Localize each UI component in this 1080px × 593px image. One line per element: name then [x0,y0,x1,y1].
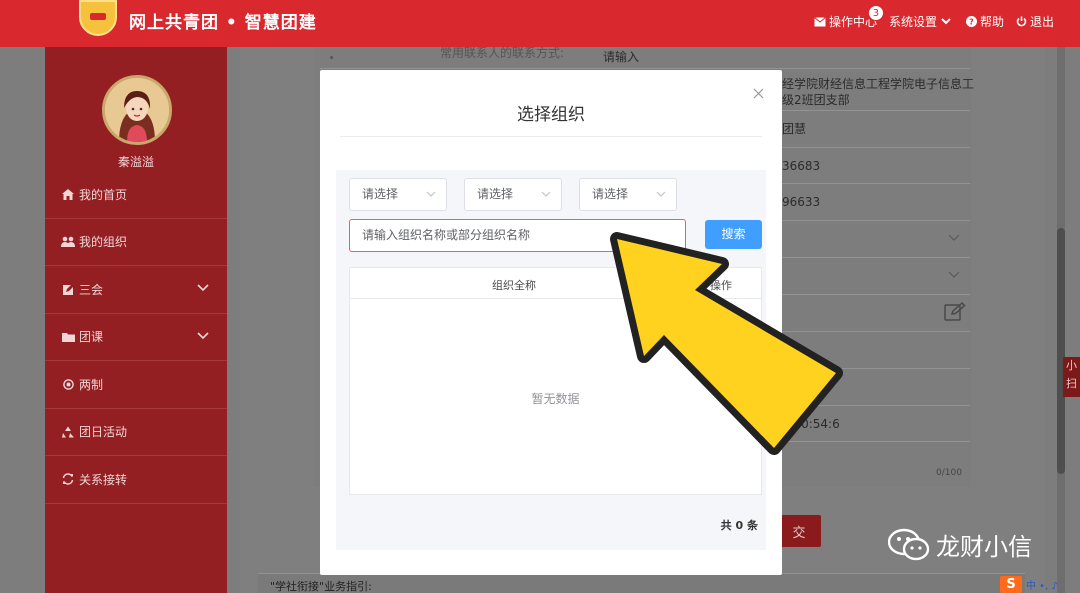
modal-divider [340,136,762,137]
phone-2: 96633 [782,195,821,209]
league-logo-icon [79,0,117,36]
sidebar: 秦溢溢 我的首页 我的组织 三会 团课 两制 团日活动 关系接转 [45,47,227,593]
sogou-icon: S [1000,576,1022,593]
org-name-text: 经学院财经信息工程学院电子信息工 [782,77,975,91]
user-name: 秦溢溢 [117,155,154,169]
wechat-watermark: 龙财小信 [888,527,1032,562]
operation-center-link[interactable]: 操作中心 3 [814,5,884,30]
guide-bar [258,573,1025,593]
ime-toolbar[interactable]: S 中 •, ♪ [1000,576,1080,593]
notification-badge: 3 [867,5,884,21]
wechat-icon [888,528,930,560]
question-circle-icon: ? [965,16,977,27]
user-avatar[interactable] [102,75,172,145]
help-label: 帮助 [979,15,1004,29]
phone-1: 36683 [782,159,821,173]
edit-icon [61,282,75,296]
chevron-down-icon [541,191,551,197]
sidebar-item-label: 关系接转 [79,472,128,487]
edit-icon[interactable] [944,302,966,322]
users-icon [61,235,75,249]
chevron-down-icon[interactable] [948,234,960,242]
modal-title: 选择组织 [517,105,585,125]
column-header-full-name: 组织全称 [492,279,536,292]
district-select[interactable]: 请选择 [579,178,677,211]
logout-label: 退出 [1029,15,1054,29]
sidebar-item-label: 团课 [79,330,104,345]
refresh-icon [61,472,75,486]
envelope-icon [814,16,826,26]
char-counter: 0/100 [936,468,962,478]
help-link[interactable]: ? 帮助 [965,13,1004,30]
page-scrollbar-thumb[interactable] [1057,228,1065,474]
recycle-icon [61,425,75,439]
watermark-text: 龙财小信 [936,533,1032,561]
sidebar-item-label: 三会 [79,282,104,297]
sidebar-item-label: 团日活动 [79,425,128,440]
sidebar-menu: 我的首页 我的组织 三会 团课 两制 团日活动 关系接转 [45,171,227,504]
logout-link[interactable]: 退出 [1016,13,1054,30]
chevron-down-icon [941,18,951,25]
close-icon[interactable] [753,88,764,99]
chevron-down-icon [197,284,209,292]
name-fragment: 团慧 [782,122,807,136]
select-value: 请选择 [477,187,514,201]
home-icon [61,187,75,201]
sidebar-item-league-day[interactable]: 团日活动 [45,409,227,456]
folder-icon [61,330,75,344]
system-settings-label: 系统设置 [888,15,937,29]
sidebar-item-label: 我的组织 [79,235,128,250]
svg-text:?: ? [969,18,974,27]
pointer-arrow-icon [610,232,843,455]
province-select[interactable]: 请选择 [349,178,447,211]
chevron-down-icon [426,191,436,197]
sidebar-item-label: 两制 [79,377,104,392]
select-value: 请选择 [592,187,629,201]
floating-side-tab[interactable]: 小扫 [1063,357,1080,397]
select-value: 请选择 [362,187,399,201]
org-name-text-2: 级2班团支部 [782,93,850,107]
city-select[interactable]: 请选择 [464,178,562,211]
circle-dot-icon [61,377,75,391]
ime-status-text: 中 •, ♪ [1026,581,1058,592]
bullet-dot [330,56,333,59]
chevron-down-icon [656,191,666,197]
sidebar-item-two-systems[interactable]: 两制 [45,361,227,409]
divider [320,68,970,69]
top-header: 网上共青团 • 智慧团建 操作中心 3 系统设置 ? 帮助 退出 [0,0,1080,47]
power-icon [1016,16,1027,27]
system-settings-menu[interactable]: 系统设置 [889,13,954,30]
sidebar-item-three-meetings[interactable]: 三会 [45,266,227,314]
sidebar-item-label: 我的首页 [79,187,128,202]
sidebar-item-league-class[interactable]: 团课 [45,314,227,361]
top-nav: 操作中心 3 系统设置 ? 帮助 退出 [802,5,1054,30]
chevron-down-icon [197,331,209,339]
site-title: 网上共青团 • 智慧团建 [129,13,317,33]
pagination-total: 共 0 条 [720,519,758,532]
chevron-down-icon[interactable] [948,271,960,279]
sidebar-item-home[interactable]: 我的首页 [45,171,227,219]
submit-button[interactable]: 交 [777,515,821,547]
contact-input[interactable]: 请输入 [603,49,639,65]
avatar-girl-icon [105,78,169,142]
guide-text: "学社衔接"业务指引: [270,580,372,593]
sidebar-item-transfer[interactable]: 关系接转 [45,456,227,504]
sidebar-item-my-org[interactable]: 我的组织 [45,219,227,266]
